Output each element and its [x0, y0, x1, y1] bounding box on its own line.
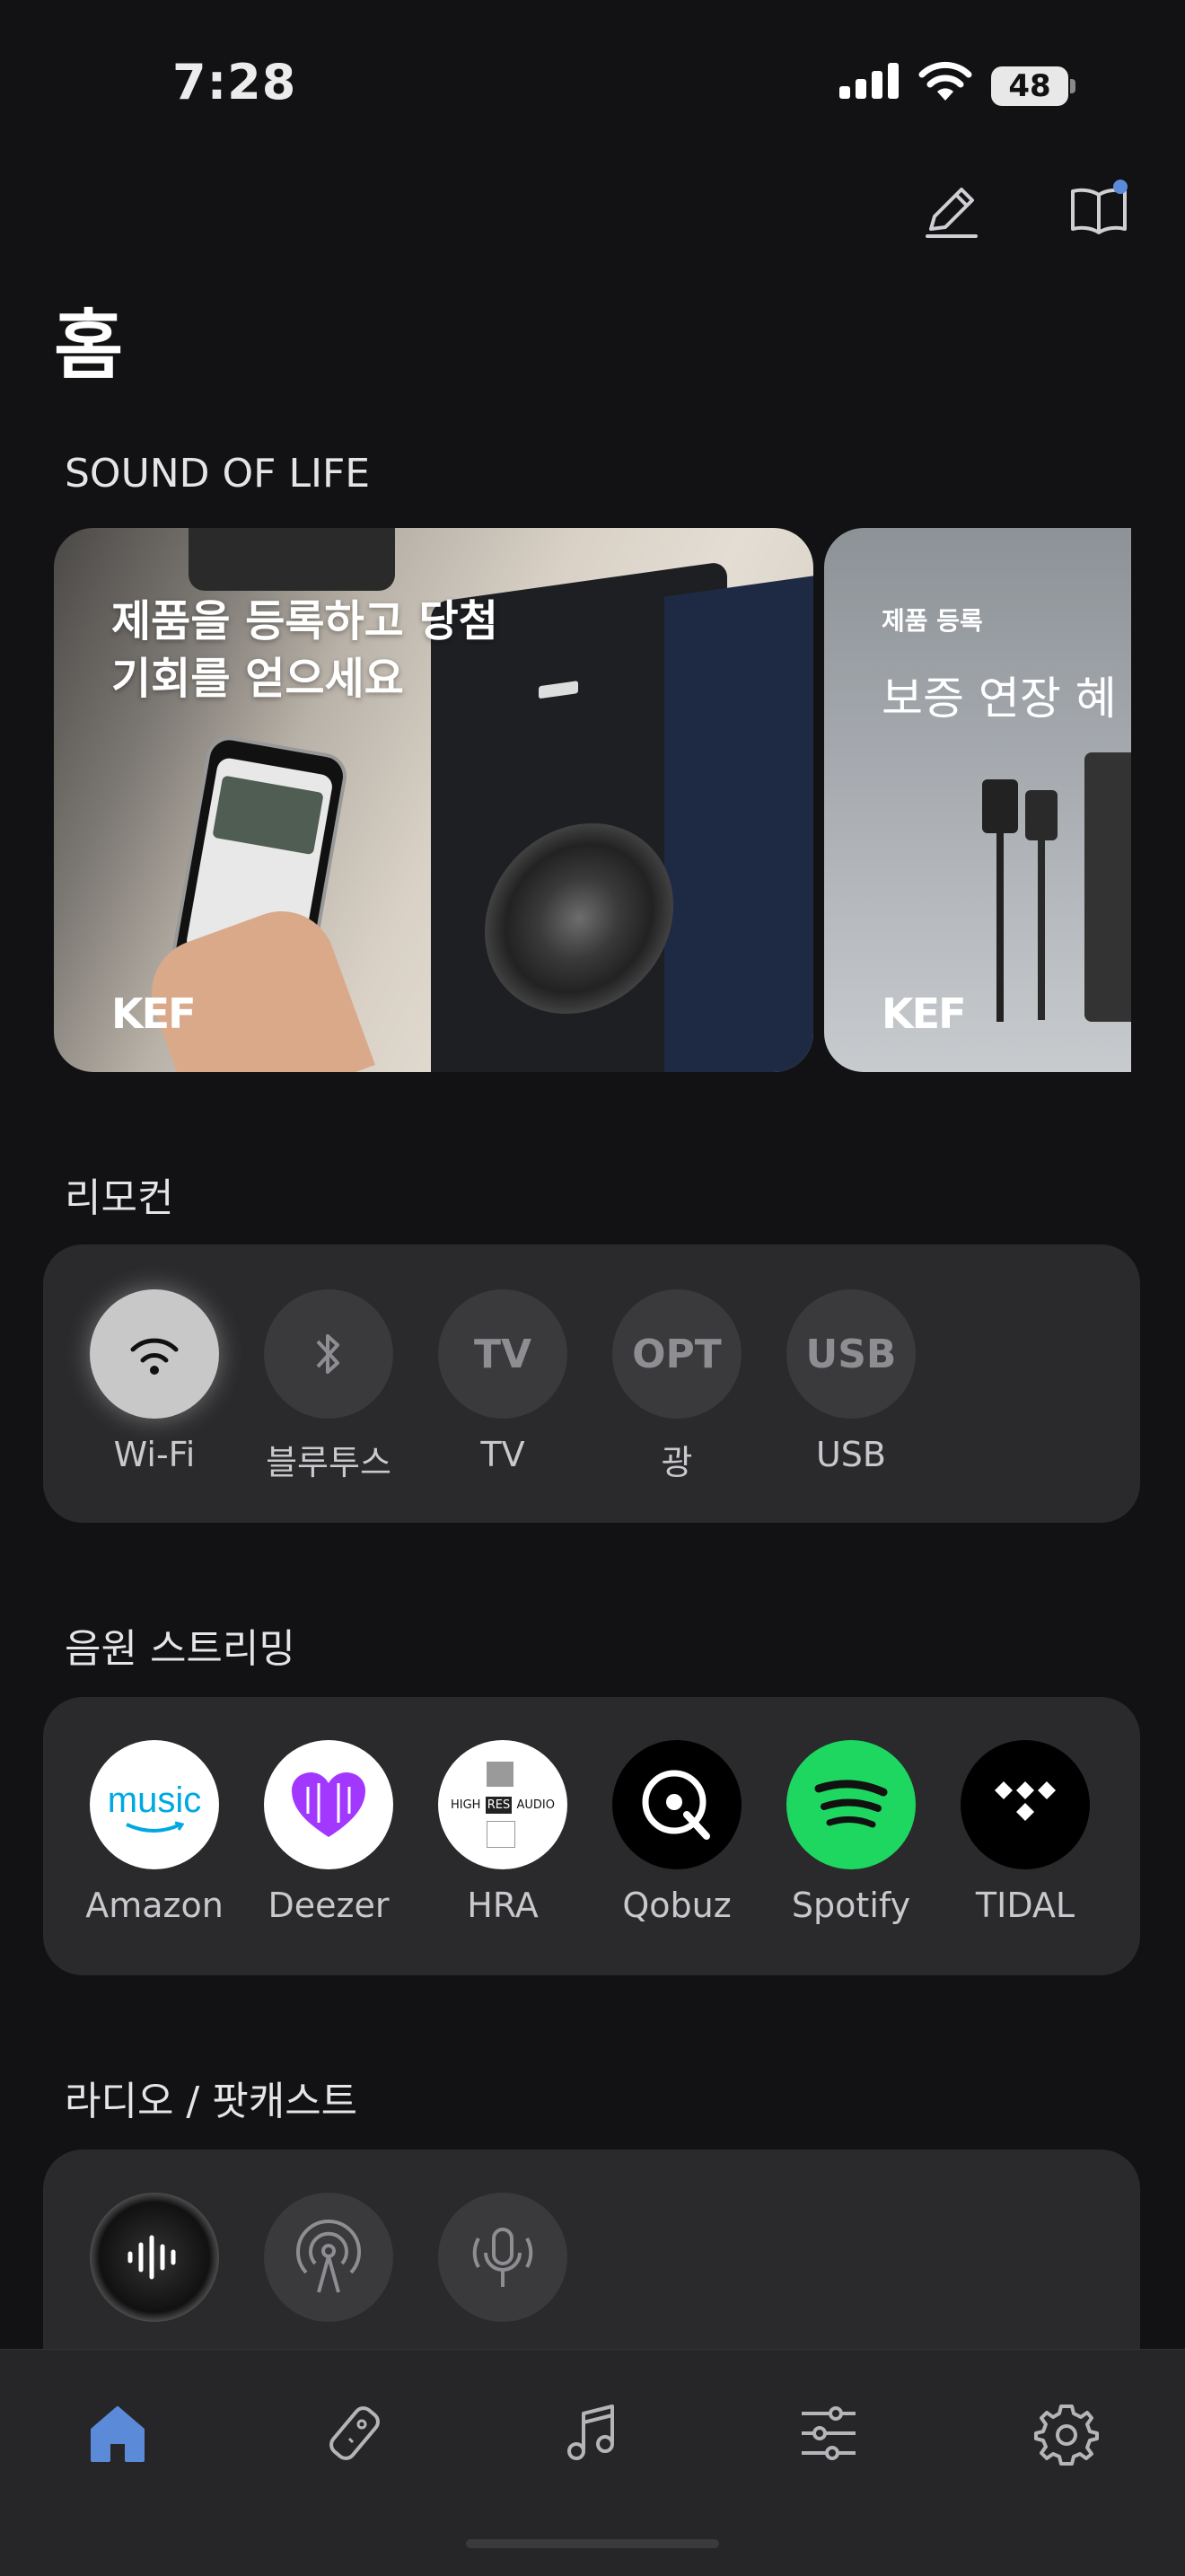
radio-podcast[interactable] [416, 2193, 590, 2322]
source-usb[interactable]: USB USB [764, 1289, 938, 1474]
hra-logo-left: HIGH [451, 1798, 481, 1812]
remote-card: Wi-Fi 블루투스 TV TV OPT 광 USB USB [43, 1244, 1140, 1523]
banner-headline: 제품을 등록하고 당첨 기회를 얻으세요 [111, 593, 498, 708]
speaker-stand-image [1025, 790, 1058, 840]
section-title-streaming: 음원 스트리밍 [65, 1626, 295, 1672]
service-label: Deezer [268, 1886, 390, 1925]
hand-image [136, 896, 375, 1072]
source-optical[interactable]: OPT 광 [590, 1289, 764, 1484]
service-label: TIDAL [975, 1886, 1075, 1925]
optical-icon: OPT [612, 1289, 742, 1419]
wifi-icon [90, 1289, 219, 1419]
radio-broadcast[interactable] [241, 2193, 416, 2322]
remote-control-icon [329, 2406, 380, 2460]
home-icon [91, 2406, 145, 2462]
source-wifi[interactable]: Wi-Fi [67, 1289, 241, 1474]
audio-waveform-logo [90, 2193, 219, 2322]
speaker-stand-image [982, 779, 1018, 833]
page-title: 홈 [54, 302, 124, 390]
service-label: HRA [467, 1886, 539, 1925]
notification-dot [1113, 180, 1128, 194]
deezer-logo [264, 1740, 393, 1869]
radio-service-1[interactable] [67, 2193, 241, 2322]
source-label: 광 [661, 1443, 693, 1482]
wifi-status-icon [918, 61, 972, 101]
service-label: Qobuz [622, 1886, 732, 1925]
streaming-card: music Amazon Deezer HIGH RES AUDIO HRA Q… [43, 1697, 1140, 1975]
tab-equalizer[interactable] [778, 2383, 879, 2484]
tv-icon: TV [438, 1289, 567, 1419]
usb-icon: USB [786, 1289, 916, 1419]
promo-banner-warranty[interactable]: 제품 등록 보증 연장 혜 KEF [824, 528, 1131, 1072]
source-label: Wi-Fi [113, 1435, 196, 1474]
source-label: USB [815, 1435, 886, 1474]
home-indicator [466, 2539, 719, 2548]
source-label: TV [480, 1435, 525, 1474]
tidal-logo [961, 1740, 1090, 1869]
service-amazon[interactable]: music Amazon [67, 1740, 241, 1925]
banner-headline-line1: 제품을 등록하고 당첨 [111, 596, 498, 646]
tab-music[interactable] [542, 2383, 643, 2484]
banner-headline: 보증 연장 혜 [882, 673, 1117, 725]
service-deezer[interactable]: Deezer [241, 1740, 416, 1925]
promo-banner-register[interactable]: 제품을 등록하고 당첨 기회를 얻으세요 KEF [54, 528, 813, 1072]
broadcast-antenna-icon [264, 2193, 393, 2322]
tab-settings[interactable] [1016, 2383, 1117, 2484]
section-title-sound-of-life: SOUND OF LIFE [65, 451, 371, 497]
podcast-microphone-icon [438, 2193, 567, 2322]
source-tv[interactable]: TV TV [416, 1289, 590, 1474]
banner-kicker: 제품 등록 [882, 606, 983, 636]
charger-dock-image [189, 528, 395, 591]
hra-logo-mid: RES [485, 1796, 513, 1814]
spotify-logo [786, 1740, 916, 1869]
tab-remote[interactable] [304, 2383, 405, 2484]
battery-indicator: 48 [991, 66, 1068, 106]
banner-headline-line2: 기회를 얻으세요 [111, 654, 404, 704]
bluetooth-icon [264, 1289, 393, 1419]
hra-logo: HIGH RES AUDIO [438, 1740, 567, 1869]
service-spotify[interactable]: Spotify [764, 1740, 938, 1925]
section-title-radio: 라디오 / 팟캐스트 [65, 2079, 358, 2124]
source-bluetooth[interactable]: 블루투스 [241, 1289, 416, 1484]
kef-logo: KEF [111, 989, 196, 1038]
service-tidal[interactable]: TIDAL [938, 1740, 1112, 1925]
battery-tip [1070, 79, 1075, 93]
sliders-icon [802, 2406, 856, 2460]
cellular-signal-icon [839, 63, 899, 99]
music-note-icon [567, 2405, 614, 2460]
tower-speaker-image [1084, 752, 1131, 1022]
source-label: 블루투스 [266, 1443, 391, 1482]
service-hra[interactable]: HIGH RES AUDIO HRA [416, 1740, 590, 1925]
section-title-remote: 리모컨 [65, 1175, 174, 1221]
hra-logo-right: AUDIO [516, 1798, 556, 1812]
service-label: Spotify [791, 1886, 911, 1925]
status-time: 7:28 [172, 54, 297, 110]
pencil-icon [926, 188, 978, 238]
kef-logo: KEF [882, 989, 966, 1038]
amazon-music-logo: music [90, 1740, 219, 1869]
edit-button[interactable] [916, 174, 988, 246]
tab-home[interactable] [67, 2383, 168, 2484]
qobuz-logo [612, 1740, 742, 1869]
service-label: Amazon [85, 1886, 224, 1925]
gear-icon [1034, 2405, 1099, 2466]
amazon-logo-text: music [107, 1780, 202, 1820]
service-qobuz[interactable]: Qobuz [590, 1740, 764, 1925]
